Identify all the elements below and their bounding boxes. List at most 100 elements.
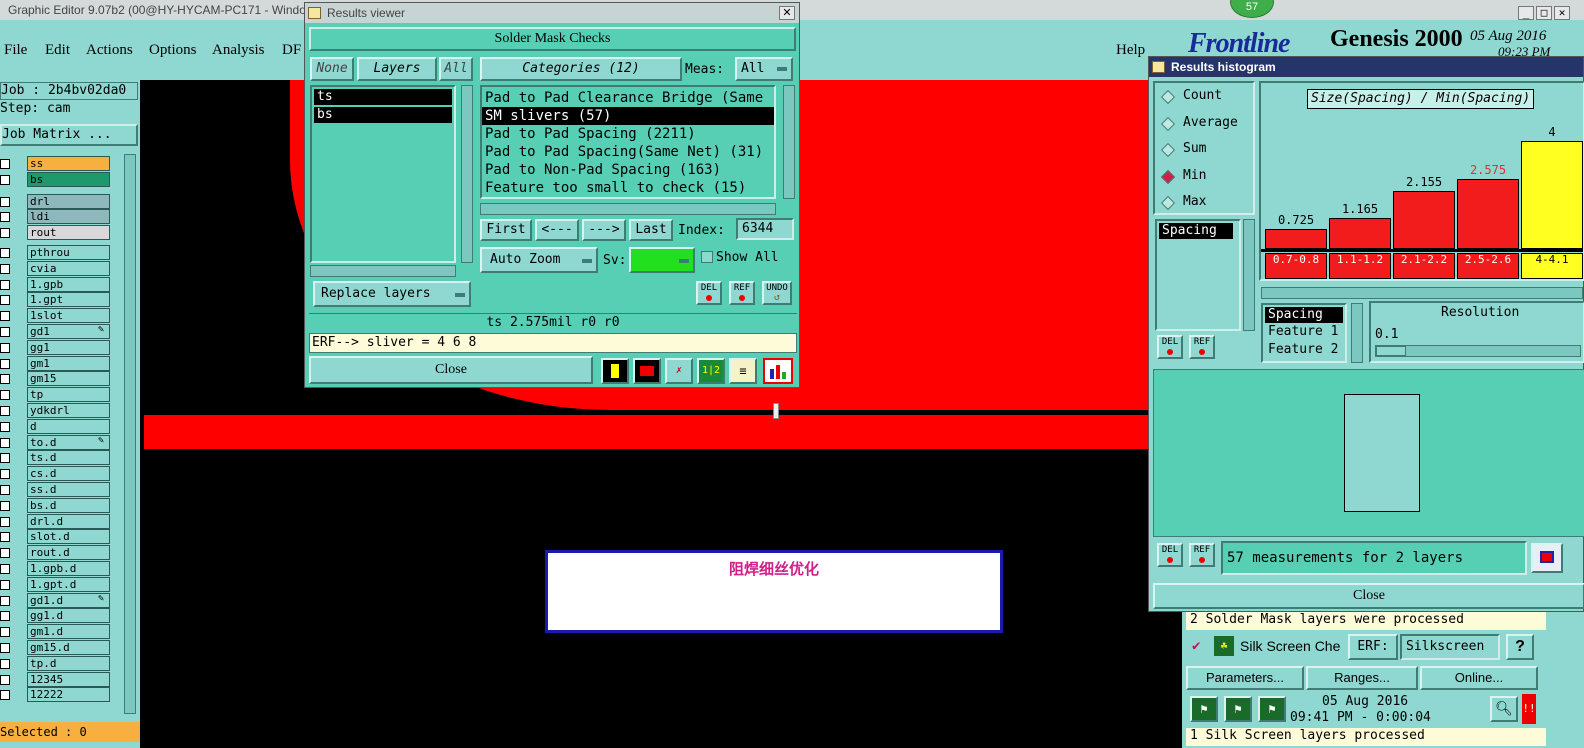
layer-name[interactable]: gm15 [27, 371, 110, 387]
radio-diamond-icon[interactable] [1160, 142, 1176, 158]
minimize-button[interactable]: _ [1518, 6, 1534, 20]
layer-checkbox[interactable] [0, 390, 10, 401]
result-layer-hscroll[interactable] [310, 265, 456, 277]
layer-row-1slot[interactable]: 1slot [0, 308, 112, 324]
layer-name[interactable]: d [27, 418, 110, 434]
layer-checkbox[interactable] [0, 295, 10, 306]
layer-name[interactable]: 12222 [27, 687, 110, 703]
layer-name[interactable]: cvia [27, 260, 110, 276]
sv-color-dropdown[interactable] [629, 247, 695, 273]
layer-name[interactable]: ydkdrl [27, 403, 110, 418]
report-icon[interactable]: ≡ [729, 358, 757, 384]
layer-name[interactable]: rout [27, 225, 110, 241]
category-item[interactable]: Pad to Pad Spacing(Same Net) (31) [482, 143, 774, 161]
layer-name[interactable]: 1slot [27, 308, 110, 324]
layer-row-ts-d[interactable]: ts.d [0, 450, 112, 466]
category-item[interactable]: Pad to Pad Clearance Bridge (Same [482, 89, 774, 107]
radio-diamond-icon[interactable] [1160, 169, 1176, 184]
close-window-button[interactable]: ✕ [1554, 6, 1570, 20]
layer-checkbox[interactable] [0, 643, 10, 653]
layer-name[interactable]: ss.d [27, 482, 110, 497]
check-enable-mark[interactable]: ✔ [1192, 638, 1200, 654]
layer-checkbox[interactable] [0, 595, 10, 606]
layer-name[interactable]: slot.d [27, 529, 110, 545]
layer-list-scrollbar[interactable] [124, 154, 136, 714]
job-matrix-button[interactable]: Job Matrix ... [0, 124, 138, 146]
category-list[interactable]: Pad to Pad Clearance Bridge (Same SM sliv… [480, 85, 776, 199]
layer-checkbox[interactable] [0, 485, 10, 495]
layer-name[interactable]: ss [27, 156, 110, 171]
layer-name[interactable]: 12345 [27, 671, 110, 687]
layer-row-bs[interactable]: bs [0, 171, 112, 188]
layer-row-drl[interactable]: drl [0, 193, 112, 210]
help-button[interactable]: ? [1506, 634, 1534, 660]
erf-disabled-icon[interactable]: ✗ [665, 358, 693, 384]
layer-name[interactable]: rout.d [27, 545, 110, 561]
layer-name[interactable]: bs [27, 171, 110, 187]
feature-1[interactable]: Feature 1 [1265, 323, 1343, 341]
index-input[interactable]: 6344 [736, 218, 794, 240]
export-icon[interactable] [1531, 543, 1563, 573]
feature-2[interactable]: Feature 2 [1265, 341, 1343, 359]
category-item[interactable]: Feature too small to check (15) [482, 179, 774, 197]
layer-name[interactable]: bs.d [27, 497, 110, 513]
layer-row-1-gpb[interactable]: 1.gpb [0, 276, 112, 293]
radio-diamond-icon[interactable] [1160, 116, 1176, 131]
next-button[interactable]: ---> [582, 219, 626, 241]
layer-row-tp-d[interactable]: tp.d [0, 655, 112, 672]
menu-analysis[interactable]: Analysis [212, 42, 265, 59]
layer-name[interactable]: gm15.d [27, 640, 110, 655]
radio-diamond-icon[interactable] [1160, 89, 1176, 105]
layer-row-to-d[interactable]: to.d ✎ [0, 434, 112, 451]
category-item[interactable]: Pad to Non-Pad Spacing (163) [482, 161, 774, 179]
layer-row-bs-d[interactable]: bs.d [0, 497, 112, 514]
run-all-icon[interactable]: ⚑ [1224, 696, 1252, 722]
layer-name[interactable]: ldi [27, 209, 110, 225]
delete-result-button[interactable]: DEL [696, 281, 722, 305]
radio-diamond-icon[interactable] [1160, 195, 1176, 211]
menu-file[interactable]: File [4, 42, 27, 59]
undo-result-button[interactable]: UNDO ↺ [762, 281, 792, 305]
hist-ref-button[interactable]: REF [1189, 335, 1215, 359]
layer-checkbox[interactable] [0, 279, 10, 290]
last-button[interactable]: Last [629, 219, 673, 241]
refresh-result-button[interactable]: REF [729, 281, 755, 305]
layer-row-gg1-d[interactable]: gg1.d [0, 608, 112, 624]
run-icon[interactable]: ⚑ [1190, 696, 1218, 722]
layer-row-d[interactable]: d [0, 418, 112, 435]
layer-row-ss-d[interactable]: ss.d [0, 482, 112, 498]
preview-del-button[interactable]: DEL [1157, 543, 1183, 567]
category-vscroll[interactable] [783, 85, 795, 199]
layer-checkbox[interactable] [0, 174, 10, 185]
show-all-checkbox[interactable] [701, 251, 713, 263]
layer-checkbox[interactable] [0, 159, 10, 169]
layer-row-ldi[interactable]: ldi [0, 209, 112, 225]
result-layer-ts[interactable]: ts [314, 89, 452, 105]
option-max[interactable]: Max [1160, 193, 1273, 215]
layer-color-icon[interactable] [601, 358, 629, 384]
layer-checkbox[interactable] [0, 311, 10, 322]
layer-checkbox[interactable] [0, 690, 10, 701]
results-viewer-close-button[interactable]: Close [309, 356, 593, 384]
layer-row-1-gpt-d[interactable]: 1.gpt.d [0, 576, 112, 593]
layer-checkbox[interactable] [0, 374, 10, 385]
parameters-button[interactable]: Parameters... [1186, 666, 1304, 690]
menu-options[interactable]: Options [149, 42, 197, 59]
erf-button[interactable]: ERF: [1348, 634, 1398, 660]
layer-checkbox[interactable] [0, 564, 10, 574]
layer-checkbox[interactable] [0, 532, 10, 543]
layers-all-button[interactable]: All [439, 57, 473, 81]
category-item[interactable]: SM slivers (57) [482, 107, 774, 125]
layer-checkbox[interactable] [0, 548, 10, 559]
layer-checkbox[interactable] [0, 248, 10, 258]
feature-spacing[interactable]: Spacing [1265, 307, 1343, 323]
result-layer-list[interactable]: ts bs [310, 85, 456, 263]
layers-button[interactable]: Layers [357, 57, 437, 81]
layer-row-rout[interactable]: rout [0, 225, 112, 241]
maximize-button[interactable]: □ [1536, 6, 1552, 20]
layer-checkbox[interactable] [0, 358, 10, 369]
histogram-close-button[interactable]: Close [1153, 583, 1584, 609]
layer-name[interactable]: pthrou [27, 245, 110, 260]
result-layer-bs[interactable]: bs [314, 107, 452, 123]
layer-row-slot-d[interactable]: slot.d [0, 529, 112, 545]
